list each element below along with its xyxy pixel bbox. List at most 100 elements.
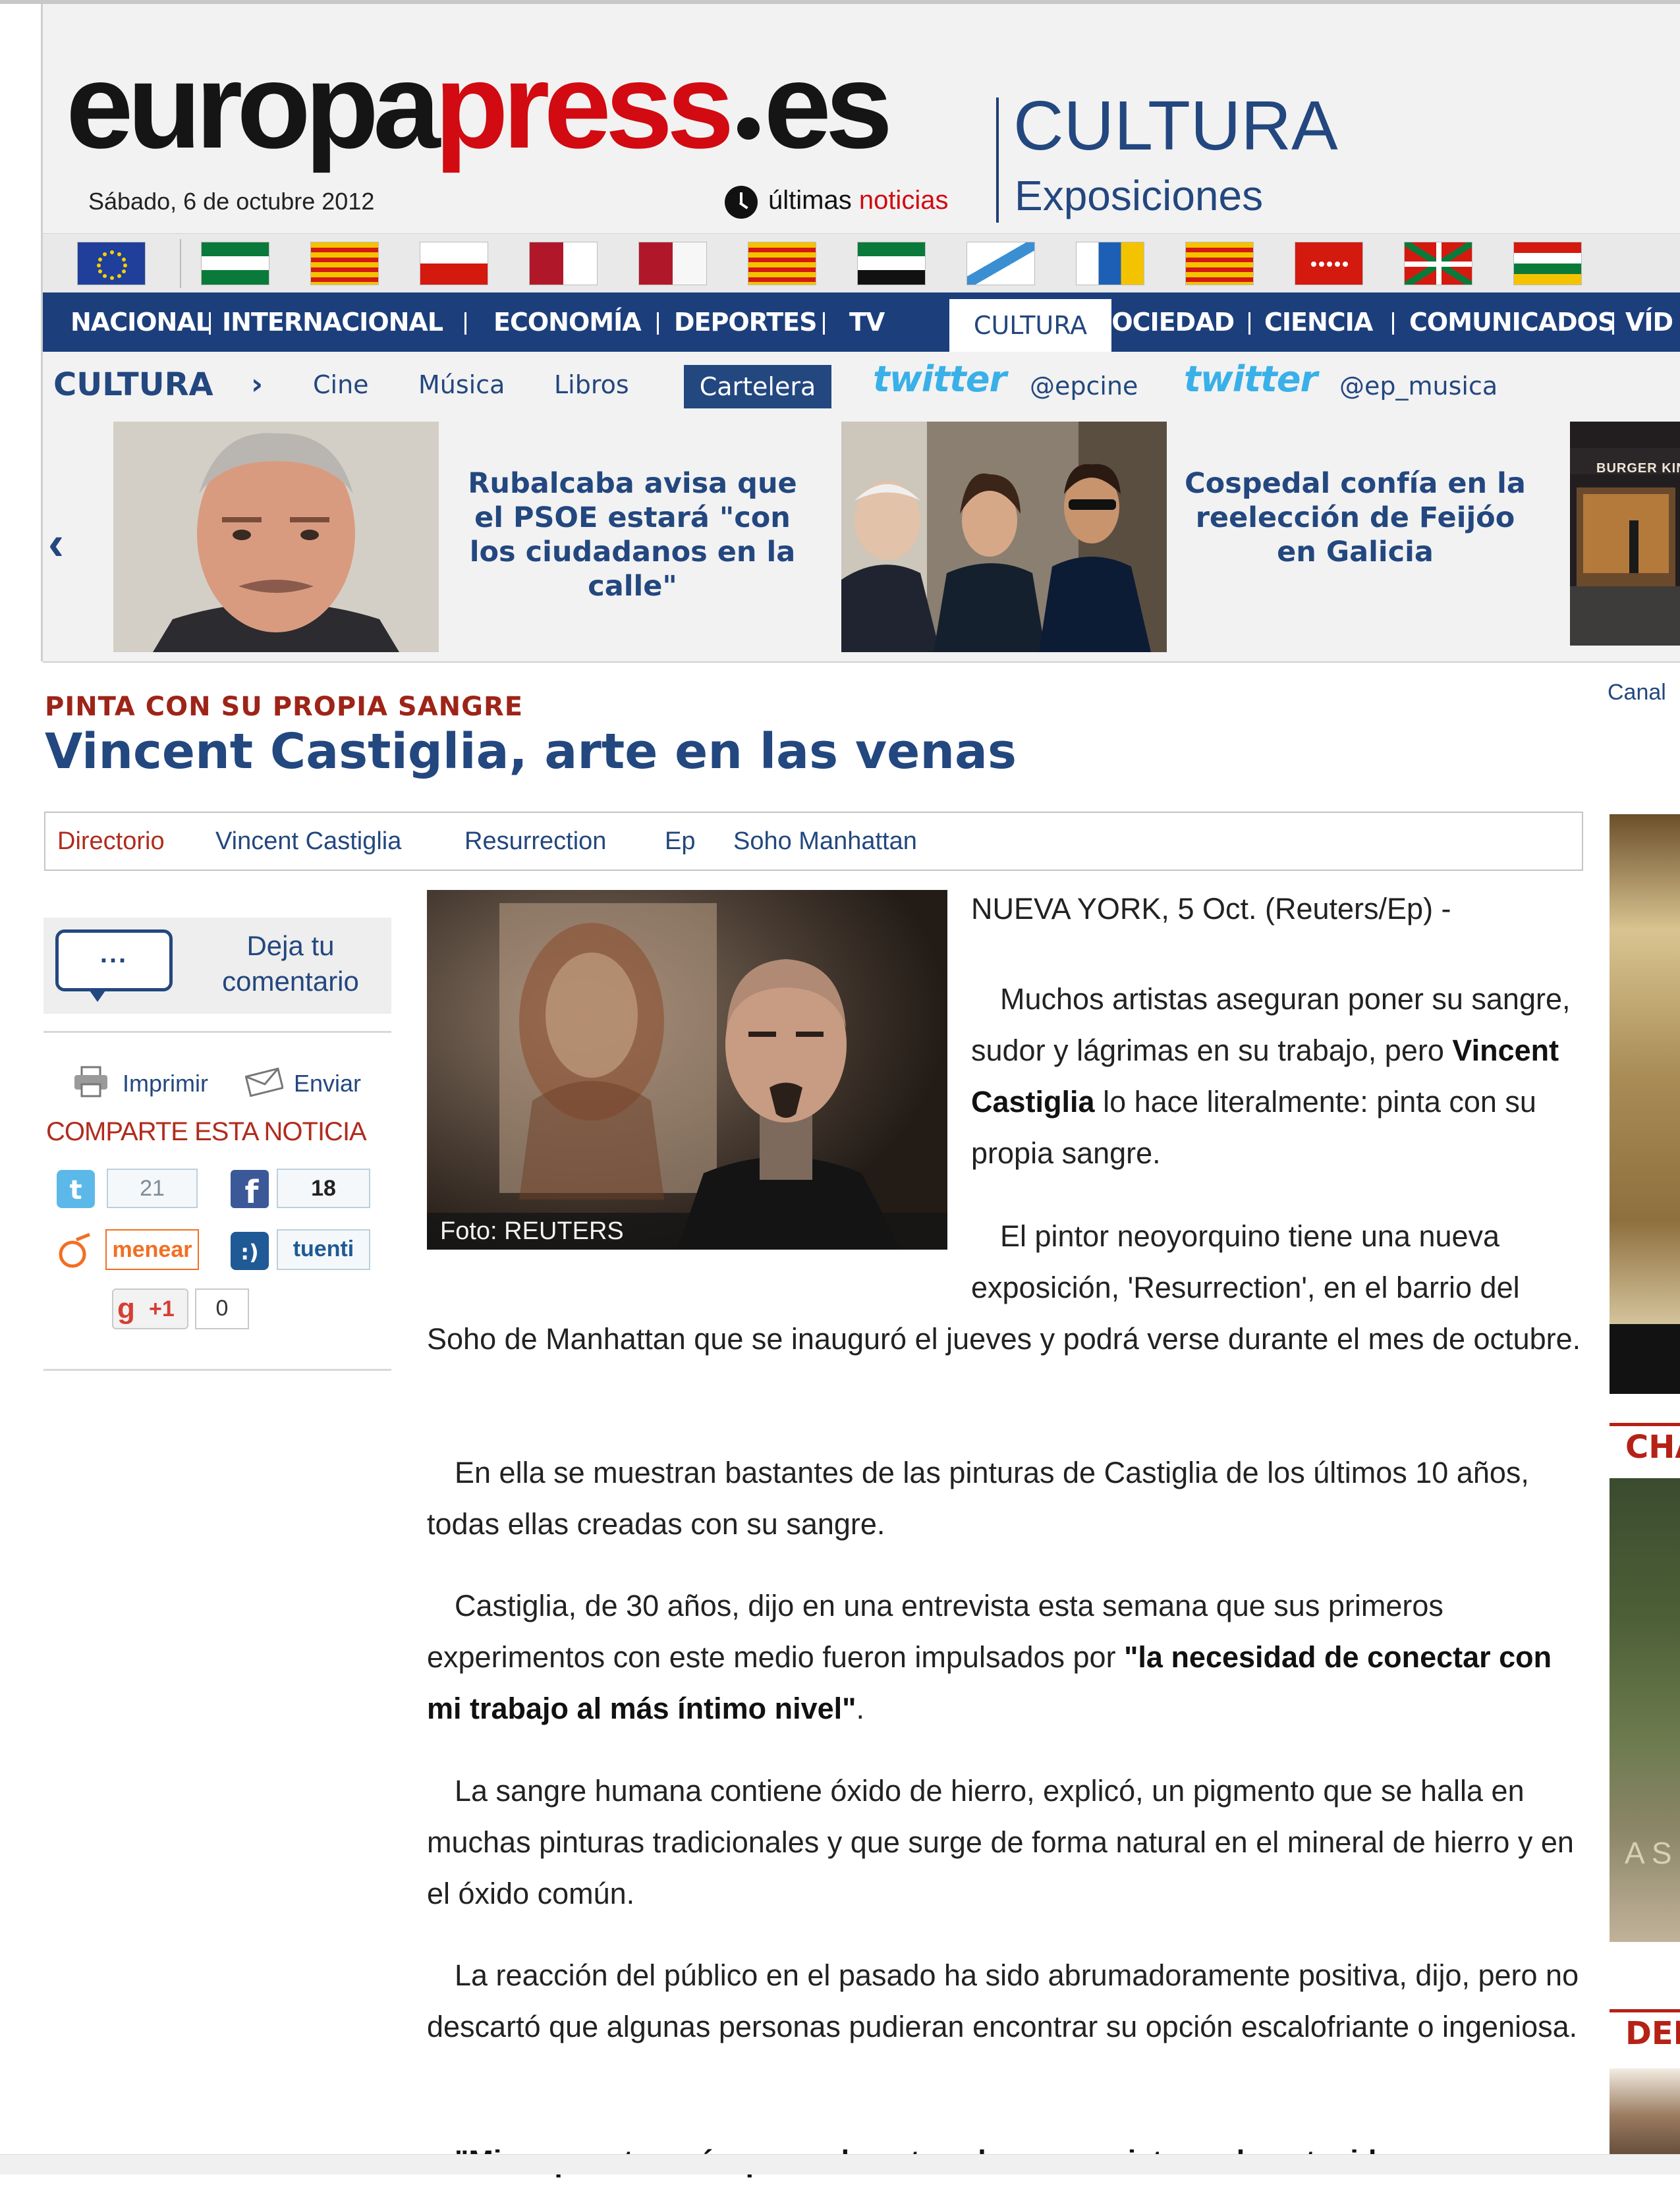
google-plus-count: 0 <box>195 1288 249 1329</box>
burger-king-sign: BURGER KIN <box>1596 461 1680 476</box>
site-logo[interactable]: europapress es <box>66 45 893 166</box>
extremadura-flag[interactable] <box>857 242 926 285</box>
latest-news-word1: últimas <box>768 186 852 215</box>
european-union-flag[interactable] <box>77 242 146 285</box>
header-date: Sábado, 6 de octubre 2012 <box>88 188 375 215</box>
subnav-cartelera[interactable]: Cartelera <box>684 365 831 408</box>
carousel-image-1[interactable] <box>113 422 439 652</box>
tools-divider <box>43 1369 391 1371</box>
main-nav: NACIONAL INTERNACIONAL ECONOMÍA DEPORTES… <box>43 292 1680 352</box>
baleares-flag[interactable] <box>1185 242 1254 285</box>
nav-nacional[interactable]: NACIONAL <box>70 292 211 352</box>
svg-text:t: t <box>69 1175 82 1205</box>
twitter-handle-epcine[interactable]: @epcine <box>1030 352 1138 418</box>
tag-soho-manhattan[interactable]: Soho Manhattan <box>733 813 917 870</box>
twitter-share-icon[interactable]: t <box>57 1170 95 1208</box>
google-plus-label: +1 <box>149 1296 175 1321</box>
tags-bar: Directorio Vincent Castiglia Resurrectio… <box>44 812 1583 871</box>
pais-vasco-flag[interactable] <box>1404 242 1472 285</box>
madrid-flag[interactable] <box>1295 242 1363 285</box>
la-rioja-flag[interactable] <box>1513 242 1582 285</box>
article-paragraph-2-start: El pintor neoyorquino tiene una nueva ex… <box>971 1219 1520 1304</box>
nav-economia[interactable]: ECONOMÍA <box>493 292 642 352</box>
share-title: COMPARTE ESTA NOTICIA <box>46 1117 367 1146</box>
cantabria-flag[interactable] <box>420 242 488 285</box>
carousel-image-3[interactable]: BURGER KIN <box>1570 422 1680 646</box>
article-paragraph-5: La sangre humana contiene óxido de hierr… <box>427 1774 1574 1910</box>
galicia-flag[interactable] <box>966 242 1035 285</box>
tools-divider <box>43 1031 391 1033</box>
twitter-handle-epmusica[interactable]: @ep_musica <box>1339 352 1498 418</box>
nav-ciencia[interactable]: CIENCIA <box>1264 292 1373 352</box>
aragon-flag[interactable] <box>310 242 379 285</box>
subnav-section[interactable]: CULTURA <box>53 352 213 418</box>
carousel-headline-1[interactable]: Rubalcaba avisa que el PSOE estará "con … <box>455 466 810 603</box>
carousel-image-2[interactable] <box>841 422 1167 652</box>
news-carousel: ‹ Rubalcaba avisa que el PSOE estará "co… <box>43 418 1680 663</box>
right-image-1-caption: A S <box>1625 1836 1672 1870</box>
subnav-libros[interactable]: Libros <box>554 352 629 418</box>
latest-news-link[interactable]: últimas noticias <box>768 186 948 215</box>
subnav-cine[interactable]: Cine <box>313 352 369 418</box>
tag-vincent-castiglia[interactable]: Vincent Castiglia <box>215 813 401 870</box>
header-divider <box>996 97 999 223</box>
nav-videos[interactable]: VÍD <box>1625 292 1673 352</box>
right-section-header-1[interactable]: CHA <box>1610 1423 1680 1470</box>
canal-link[interactable]: Canal <box>1608 680 1666 706</box>
nav-tv[interactable]: TV <box>849 292 885 352</box>
nav-separator <box>464 312 466 335</box>
latest-news-word2: noticias <box>858 186 949 215</box>
tag-resurrection[interactable]: Resurrection <box>464 813 606 870</box>
svg-text:f: f <box>245 1174 260 1208</box>
castilla-la-mancha-flag[interactable] <box>529 242 598 285</box>
p4-text-c: . <box>856 1692 865 1725</box>
send-link[interactable]: Enviar <box>294 1070 361 1097</box>
article-photo[interactable]: Foto: REUTERS <box>427 890 947 1250</box>
carousel-prev-icon[interactable]: ‹ <box>48 516 64 570</box>
nav-deportes[interactable]: DEPORTES <box>674 292 817 352</box>
twitter-logo-icon[interactable]: twitter <box>873 358 1007 400</box>
tuenti-icon[interactable]: :) <box>231 1232 269 1270</box>
andalucia-flag[interactable] <box>201 242 269 285</box>
right-ad-image[interactable] <box>1610 814 1680 1394</box>
comment-bubble-icon: ... <box>55 929 173 991</box>
tag-directorio[interactable]: Directorio <box>57 813 165 870</box>
twitter-logo-icon[interactable]: twitter <box>1184 358 1318 400</box>
comment-bubble-tail <box>88 989 107 1002</box>
tuenti-share-button[interactable]: tuenti <box>277 1229 370 1270</box>
subnav-musica[interactable]: Música <box>418 352 505 418</box>
comment-button[interactable]: ... Deja tu comentario <box>43 918 391 1014</box>
section-subtitle[interactable]: Exposiciones <box>1015 171 1263 220</box>
google-plus-icon: g <box>117 1292 135 1325</box>
nav-sociedad[interactable]: SOCIEDAD <box>1094 292 1235 352</box>
nav-comunicados[interactable]: COMUNICADOS <box>1409 292 1615 352</box>
tag-ep[interactable]: Ep <box>665 813 695 870</box>
logo-dot <box>737 117 760 140</box>
article-paragraph-3: En ella se muestran bastantes de las pin… <box>427 1456 1529 1541</box>
print-link[interactable]: Imprimir <box>123 1070 208 1097</box>
section-title[interactable]: CULTURA <box>1013 91 1338 161</box>
canarias-flag[interactable] <box>1076 242 1144 285</box>
nav-separator <box>657 312 659 335</box>
photo-caption: Foto: REUTERS <box>427 1213 947 1250</box>
article-paragraph-4: Castiglia, de 30 años, dijo en una entre… <box>427 1580 1586 1734</box>
nav-separator <box>1248 312 1250 335</box>
article-dateline: NUEVA YORK, 5 Oct. (Reuters/Ep) - <box>971 892 1451 926</box>
facebook-share-icon[interactable]: f <box>231 1170 269 1211</box>
comment-label: Deja tu comentario <box>222 930 359 997</box>
chevron-right-icon: › <box>251 368 264 401</box>
logo-europa: europa <box>66 38 440 173</box>
nav-cultura-label: CULTURA <box>973 311 1088 340</box>
carousel-headline-2[interactable]: Cospedal confía en la reelección de Feij… <box>1177 466 1533 569</box>
printer-icon[interactable] <box>72 1066 109 1097</box>
meneame-share-button[interactable]: menear <box>105 1229 199 1270</box>
meneame-icon[interactable] <box>57 1232 95 1270</box>
right-section-header-2[interactable]: DEF <box>1610 2009 1680 2056</box>
nav-internacional[interactable]: INTERNACIONAL <box>222 292 443 352</box>
cataluna-flag[interactable] <box>748 242 816 285</box>
nav-cultura[interactable]: CULTURA <box>949 299 1111 352</box>
right-image-1[interactable] <box>1610 1478 1680 1942</box>
castilla-leon-flag[interactable] <box>638 242 707 285</box>
envelope-icon[interactable] <box>244 1066 284 1097</box>
google-plus-button[interactable]: g +1 <box>112 1288 188 1329</box>
